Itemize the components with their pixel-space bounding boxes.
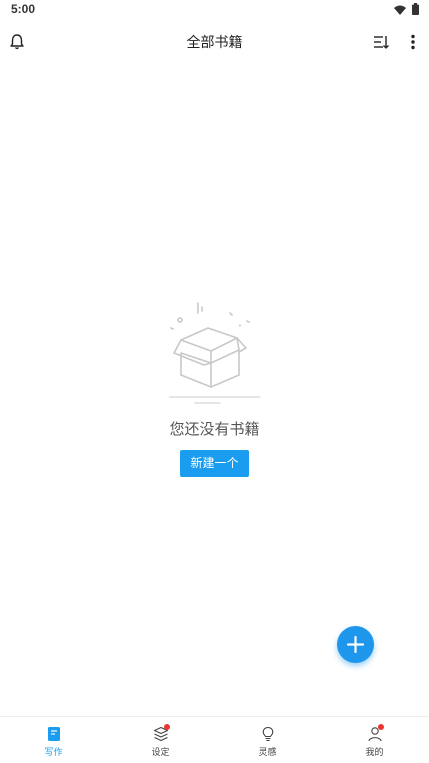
wifi-icon [394,0,406,19]
lightbulb-icon [260,726,276,742]
notification-badge [378,724,384,730]
empty-message: 您还没有书籍 [169,420,260,438]
create-book-button[interactable]: 新建一个 [180,450,249,477]
nav-label-writing: 写作 [44,748,63,758]
status-icons [394,2,419,15]
app-screen: 5:00 全部书籍 您还没有书籍 新建一个 写作 设定 灵感 我的 [0,0,429,763]
add-book-fab[interactable] [337,626,374,663]
app-bar: 全部书籍 [0,22,429,62]
bottom-nav: 写作 设定 灵感 我的 [0,716,429,763]
nav-item-settings[interactable]: 设定 [107,717,214,763]
nav-label-mine: 我的 [365,748,384,758]
nav-item-writing[interactable]: 写作 [0,717,107,763]
nav-item-mine[interactable]: 我的 [321,717,428,763]
page-title: 全部书籍 [186,35,243,51]
status-time: 5:00 [11,2,36,16]
status-bar: 5:00 [0,0,429,20]
empty-box-icon [160,295,270,407]
battery-icon [412,0,419,19]
sort-icon[interactable] [372,33,390,51]
nav-item-inspiration[interactable]: 灵感 [214,717,321,763]
more-vertical-icon[interactable] [404,32,422,52]
notification-badge [164,724,170,730]
nav-label-settings: 设定 [151,748,170,758]
plus-icon [346,635,365,654]
nav-label-inspiration: 灵感 [258,748,277,758]
book-icon [46,726,62,742]
